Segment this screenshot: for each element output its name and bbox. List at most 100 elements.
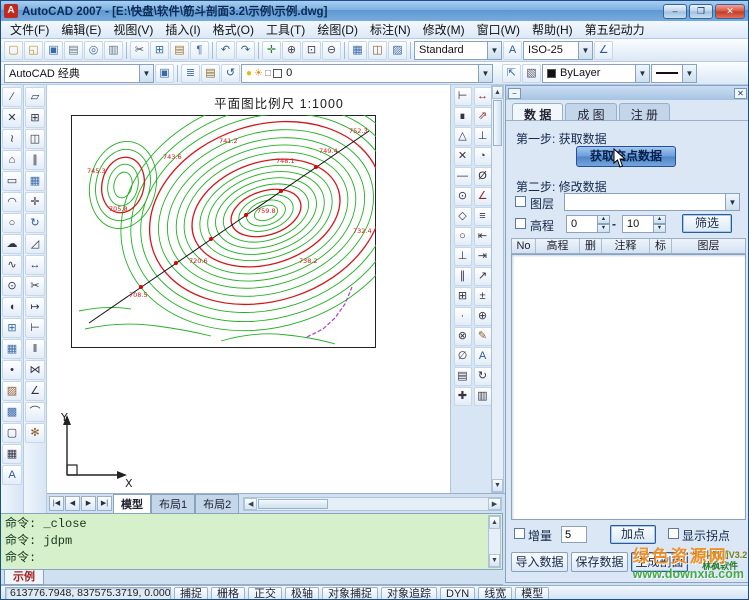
- table-header-2[interactable]: 高程: [536, 239, 580, 253]
- move-icon[interactable]: ✛: [25, 192, 45, 212]
- quick-dim-icon[interactable]: ≡: [474, 207, 492, 226]
- circle-icon[interactable]: ○: [2, 213, 22, 233]
- status-toggle-8[interactable]: 线宽: [478, 587, 512, 600]
- explode-icon[interactable]: ✻: [25, 423, 45, 443]
- snap-nearest-icon[interactable]: ⊗: [454, 327, 472, 346]
- increment-checkbox[interactable]: [514, 528, 525, 539]
- make-object-layer-icon[interactable]: ⇱: [502, 64, 521, 83]
- save-workspace-icon[interactable]: ▣: [155, 64, 174, 83]
- dim-update-icon[interactable]: ↻: [474, 367, 492, 386]
- copy-object-icon[interactable]: ⊞: [25, 108, 45, 128]
- tab-nav-button-4[interactable]: ▶|: [97, 496, 112, 511]
- polyline-icon[interactable]: ≀: [2, 129, 22, 149]
- snap-from-icon[interactable]: ⊢: [454, 87, 472, 106]
- dim-radius-icon[interactable]: ◔: [474, 147, 492, 166]
- filter-button[interactable]: 筛选: [682, 214, 732, 233]
- table-header-3[interactable]: 删: [580, 239, 602, 253]
- snap-extension-icon[interactable]: —: [454, 167, 472, 186]
- status-toggle-4[interactable]: 极轴: [285, 587, 319, 600]
- quick-leader-icon[interactable]: ↗: [474, 267, 492, 286]
- scroll-up-icon[interactable]: ▲: [489, 516, 500, 529]
- status-toggle-6[interactable]: 对象追踪: [381, 587, 437, 600]
- make-block-icon[interactable]: ▦: [2, 339, 22, 359]
- palette-minimize-icon[interactable]: −: [508, 88, 521, 99]
- text-style-icon[interactable]: A: [503, 41, 522, 60]
- menu-item-7[interactable]: 绘图(D): [311, 20, 364, 39]
- menu-item-4[interactable]: 插入(I): [159, 20, 206, 39]
- copy-icon[interactable]: ⊞: [150, 41, 169, 60]
- polygon-icon[interactable]: ⌂: [2, 150, 22, 170]
- menu-item-5[interactable]: 格式(O): [207, 20, 260, 39]
- rotate-icon[interactable]: ↻: [25, 213, 45, 233]
- layout-tab-2[interactable]: 布局1: [151, 494, 195, 514]
- paste-icon[interactable]: ▤: [170, 41, 189, 60]
- zoom-previous-icon[interactable]: ⊖: [322, 41, 341, 60]
- menu-item-6[interactable]: 工具(T): [260, 20, 311, 39]
- import-data-button[interactable]: 导入数据: [511, 552, 568, 572]
- fillet-icon[interactable]: ⌒: [25, 402, 45, 422]
- chevron-down-icon[interactable]: ▼: [478, 65, 492, 82]
- vertical-scrollbar-thumb[interactable]: [493, 100, 502, 146]
- layer-lock-icon[interactable]: □: [265, 68, 271, 79]
- layer-on-icon[interactable]: ●: [246, 68, 252, 79]
- dim-center-mark-icon[interactable]: ⊕: [474, 307, 492, 326]
- color-combo[interactable]: ByLayer ▼: [542, 64, 650, 83]
- chevron-down-icon[interactable]: ▼: [635, 65, 649, 82]
- region-icon[interactable]: ▢: [2, 423, 22, 443]
- stepper-down-icon[interactable]: ▼: [653, 224, 666, 233]
- layer-filter-combo[interactable]: ▼: [564, 193, 740, 211]
- arc-icon[interactable]: ◠: [2, 192, 22, 212]
- dim-tolerance-icon[interactable]: ±: [474, 287, 492, 306]
- model-space-canvas[interactable]: 平面图比例尺 1:1000 (即图上1个单位代表1m): [47, 85, 451, 493]
- designcenter-icon[interactable]: ◫: [368, 41, 387, 60]
- save-data-button[interactable]: 保存数据: [571, 552, 628, 572]
- new-file-icon[interactable]: ▢: [4, 41, 23, 60]
- stretch-icon[interactable]: ↔: [25, 255, 45, 275]
- stepper-up-icon[interactable]: ▲: [653, 215, 666, 224]
- coordinate-readout[interactable]: 613776.7948, 837575.3719, 0.0000: [5, 587, 171, 600]
- elevation-to-stepper[interactable]: 10 ▲▼: [622, 215, 666, 233]
- properties-icon[interactable]: ▦: [348, 41, 367, 60]
- zoom-realtime-icon[interactable]: ⊕: [282, 41, 301, 60]
- dim-style-manager-icon[interactable]: ▥: [474, 387, 492, 406]
- revision-cloud-icon[interactable]: ☁: [2, 234, 22, 254]
- plot-icon[interactable]: ▤: [64, 41, 83, 60]
- snap-center-icon[interactable]: ⊙: [454, 187, 472, 206]
- horizontal-scrollbar-thumb[interactable]: [258, 499, 328, 509]
- array-icon[interactable]: ▦: [25, 171, 45, 191]
- snap-none-icon[interactable]: ∅: [454, 347, 472, 366]
- erase-icon[interactable]: ▱: [25, 87, 45, 107]
- elevation-filter-checkbox[interactable]: [515, 218, 526, 229]
- status-toggle-5[interactable]: 对象捕捉: [322, 587, 378, 600]
- show-points-checkbox[interactable]: [668, 528, 679, 539]
- elevation-from-stepper[interactable]: 0 ▲▼: [566, 215, 610, 233]
- tab-nav-button-3[interactable]: ▶: [81, 496, 96, 511]
- open-icon[interactable]: ◱: [24, 41, 43, 60]
- chevron-down-icon[interactable]: ▼: [487, 42, 501, 59]
- snap-insert-icon[interactable]: ⊞: [454, 287, 472, 306]
- layout-tab-1[interactable]: 模型: [113, 494, 151, 514]
- scroll-left-icon[interactable]: ◀: [244, 498, 257, 510]
- minimize-button[interactable]: –: [663, 4, 687, 19]
- plot-preview-icon[interactable]: ◎: [84, 41, 103, 60]
- dim-diameter-icon[interactable]: Ø: [474, 167, 492, 186]
- command-window[interactable]: 命令: _close 命令: jdpm 命令: ▲ ▼: [1, 513, 503, 570]
- snap-node-icon[interactable]: ·: [454, 307, 472, 326]
- gradient-icon[interactable]: ▩: [2, 402, 22, 422]
- line-tool-icon[interactable]: ∕: [2, 87, 22, 107]
- ellipse-icon[interactable]: ⊙: [2, 276, 22, 296]
- scroll-up-icon[interactable]: ▲: [492, 86, 503, 99]
- status-toggle-3[interactable]: 正交: [248, 587, 282, 600]
- scroll-down-icon[interactable]: ▼: [492, 479, 503, 492]
- sample-tab[interactable]: 示例: [4, 570, 44, 585]
- chevron-down-icon[interactable]: ▼: [139, 65, 153, 82]
- dim-edit-icon[interactable]: ✎: [474, 327, 492, 346]
- stepper-down-icon[interactable]: ▼: [597, 224, 610, 233]
- break-at-point-icon[interactable]: ⊢: [25, 318, 45, 338]
- cut-icon[interactable]: ✂: [130, 41, 149, 60]
- dim-ordinate-icon[interactable]: ⊥: [474, 127, 492, 146]
- layer-walk-icon[interactable]: ▧: [522, 64, 541, 83]
- dim-linear-icon[interactable]: ↔: [474, 87, 492, 106]
- elevation-to-value[interactable]: 10: [622, 215, 653, 233]
- command-prompt[interactable]: 命令:: [5, 550, 486, 567]
